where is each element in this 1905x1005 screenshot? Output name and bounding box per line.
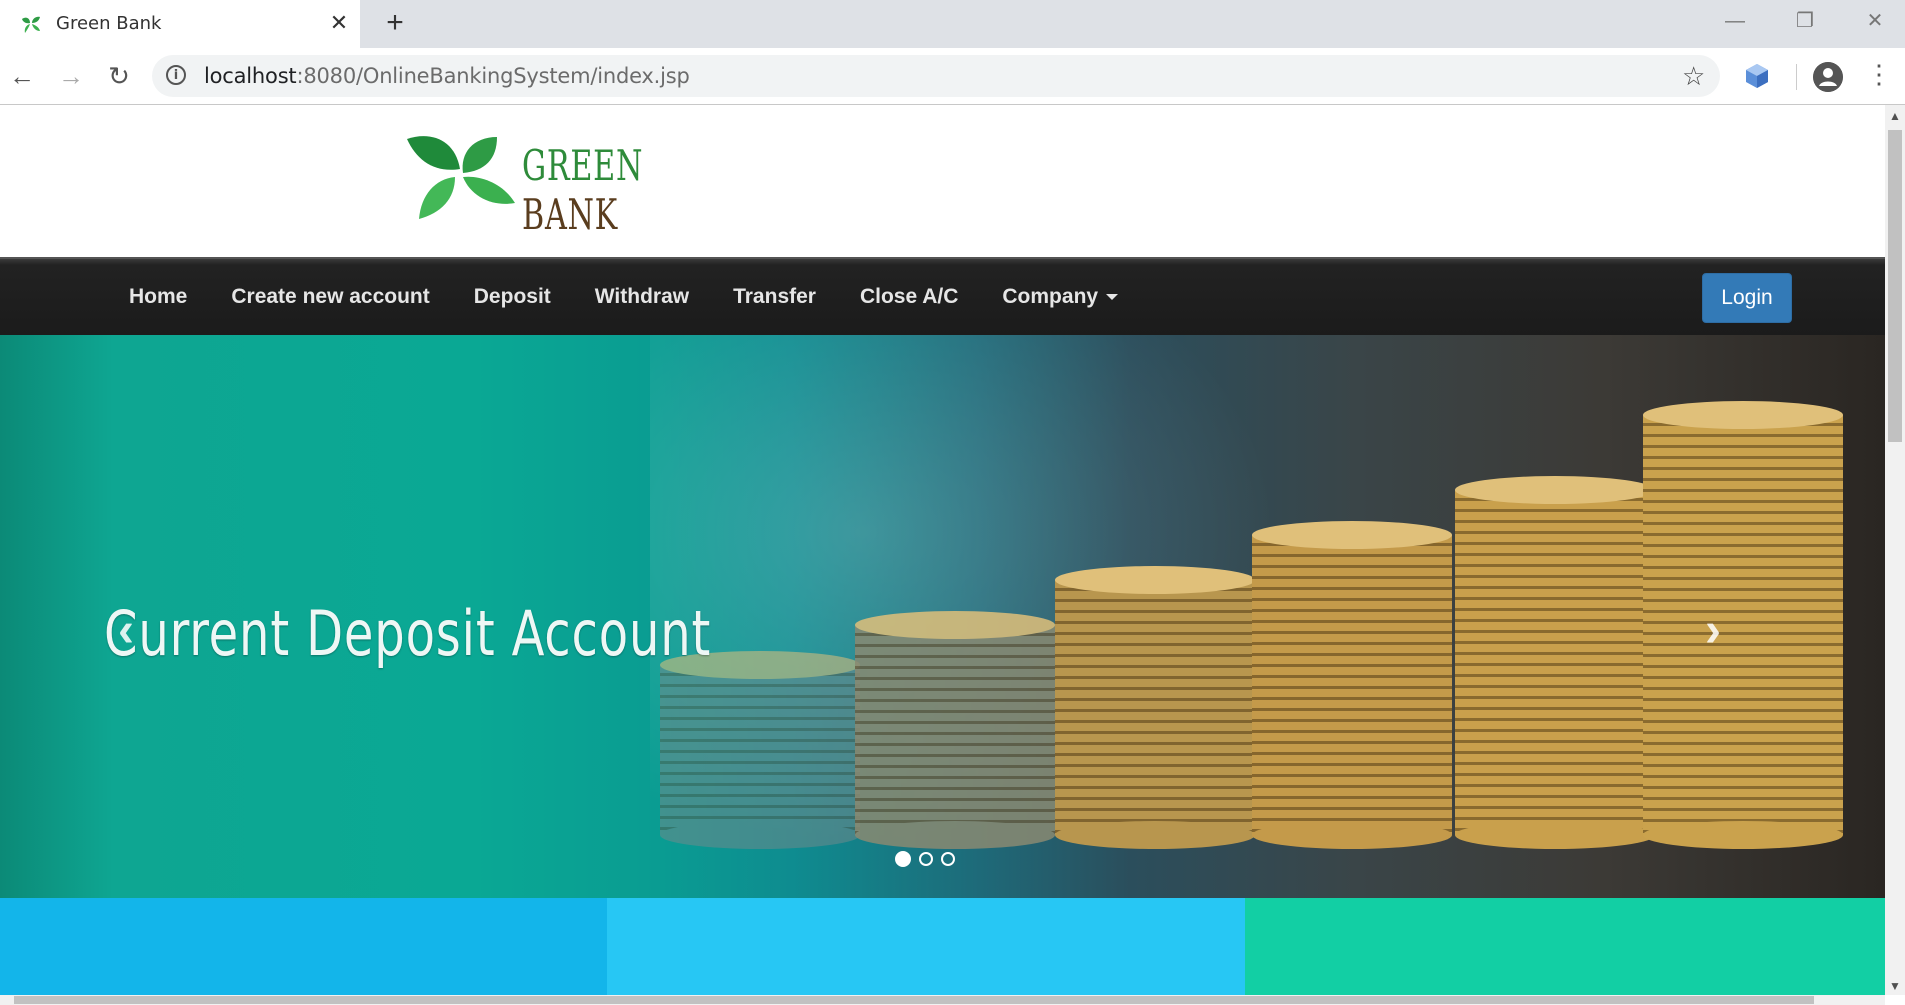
logo-text: GREEN BANK: [522, 141, 644, 239]
reload-icon[interactable]: ↻: [103, 60, 135, 92]
toolbar-separator: [1796, 64, 1797, 90]
scroll-down-icon[interactable]: ▼: [1889, 979, 1901, 993]
url-text[interactable]: localhost:8080/OnlineBankingSystem/index…: [204, 64, 690, 88]
nav-deposit[interactable]: Deposit: [452, 259, 573, 335]
feature-block-2: [607, 898, 1245, 995]
tab-title: Green Bank: [56, 13, 162, 34]
carousel-indicator-dot[interactable]: [895, 851, 911, 867]
page-viewport: GREEN BANK Home Create new account Depos…: [0, 105, 1885, 995]
caret-down-icon: [1106, 294, 1119, 301]
scroll-thumb[interactable]: [1888, 130, 1902, 442]
browser-toolbar: ← → ↻ i localhost:8080/OnlineBankingSyst…: [0, 48, 1905, 105]
close-tab-icon[interactable]: ✕: [326, 10, 352, 36]
profile-avatar-icon[interactable]: [1813, 62, 1843, 92]
horizontal-scrollbar[interactable]: [0, 995, 1885, 1005]
scroll-up-icon[interactable]: ▲: [1889, 109, 1901, 123]
green-bank-favicon-icon: [22, 16, 40, 33]
back-icon[interactable]: ←: [6, 60, 38, 92]
extension-cube-icon[interactable]: [1743, 62, 1771, 90]
main-navbar: Home Create new account Deposit Withdraw…: [0, 257, 1885, 335]
hero-carousel: Current Deposit Account ‹ ›: [0, 335, 1885, 898]
browser-tab[interactable]: Green Bank ✕: [0, 0, 360, 48]
green-bank-logo[interactable]: GREEN BANK: [405, 131, 715, 239]
new-tab-button[interactable]: +: [380, 8, 410, 38]
nav-home[interactable]: Home: [107, 259, 209, 335]
info-icon[interactable]: i: [166, 65, 186, 85]
browser-menu-icon[interactable]: ⋮: [1866, 58, 1892, 90]
vertical-scrollbar[interactable]: ▲ ▼: [1885, 105, 1905, 995]
leaf-logo-icon: [407, 136, 515, 219]
minimize-icon[interactable]: —: [1705, 4, 1765, 38]
nav-withdraw[interactable]: Withdraw: [573, 259, 711, 335]
forward-icon[interactable]: →: [55, 60, 87, 92]
nav-company-dropdown[interactable]: Company: [980, 259, 1140, 335]
feature-block-3: [1245, 898, 1885, 995]
carousel-indicator-dot[interactable]: [919, 852, 933, 866]
slide-caption: Current Deposit Account: [104, 597, 712, 670]
carousel-prev-icon[interactable]: ‹: [118, 603, 134, 658]
browser-tabstrip: Green Bank ✕ + — ❐ ✕: [0, 0, 1905, 48]
carousel-next-icon[interactable]: ›: [1705, 603, 1721, 658]
nav-create-account[interactable]: Create new account: [209, 259, 451, 335]
carousel-indicator-dot[interactable]: [941, 852, 955, 866]
nav-close-account[interactable]: Close A/C: [838, 259, 980, 335]
hscroll-thumb[interactable]: [14, 996, 1814, 1004]
login-button[interactable]: Login: [1702, 273, 1792, 323]
restore-icon[interactable]: ❐: [1775, 4, 1835, 38]
address-bar[interactable]: i localhost:8080/OnlineBankingSystem/ind…: [152, 55, 1720, 97]
feature-block-1: [0, 898, 607, 995]
site-header: GREEN BANK: [0, 105, 1885, 257]
bookmark-star-icon[interactable]: ☆: [1682, 61, 1705, 92]
carousel-indicators: [895, 851, 955, 867]
nav-transfer[interactable]: Transfer: [711, 259, 838, 335]
close-window-icon[interactable]: ✕: [1845, 4, 1905, 38]
